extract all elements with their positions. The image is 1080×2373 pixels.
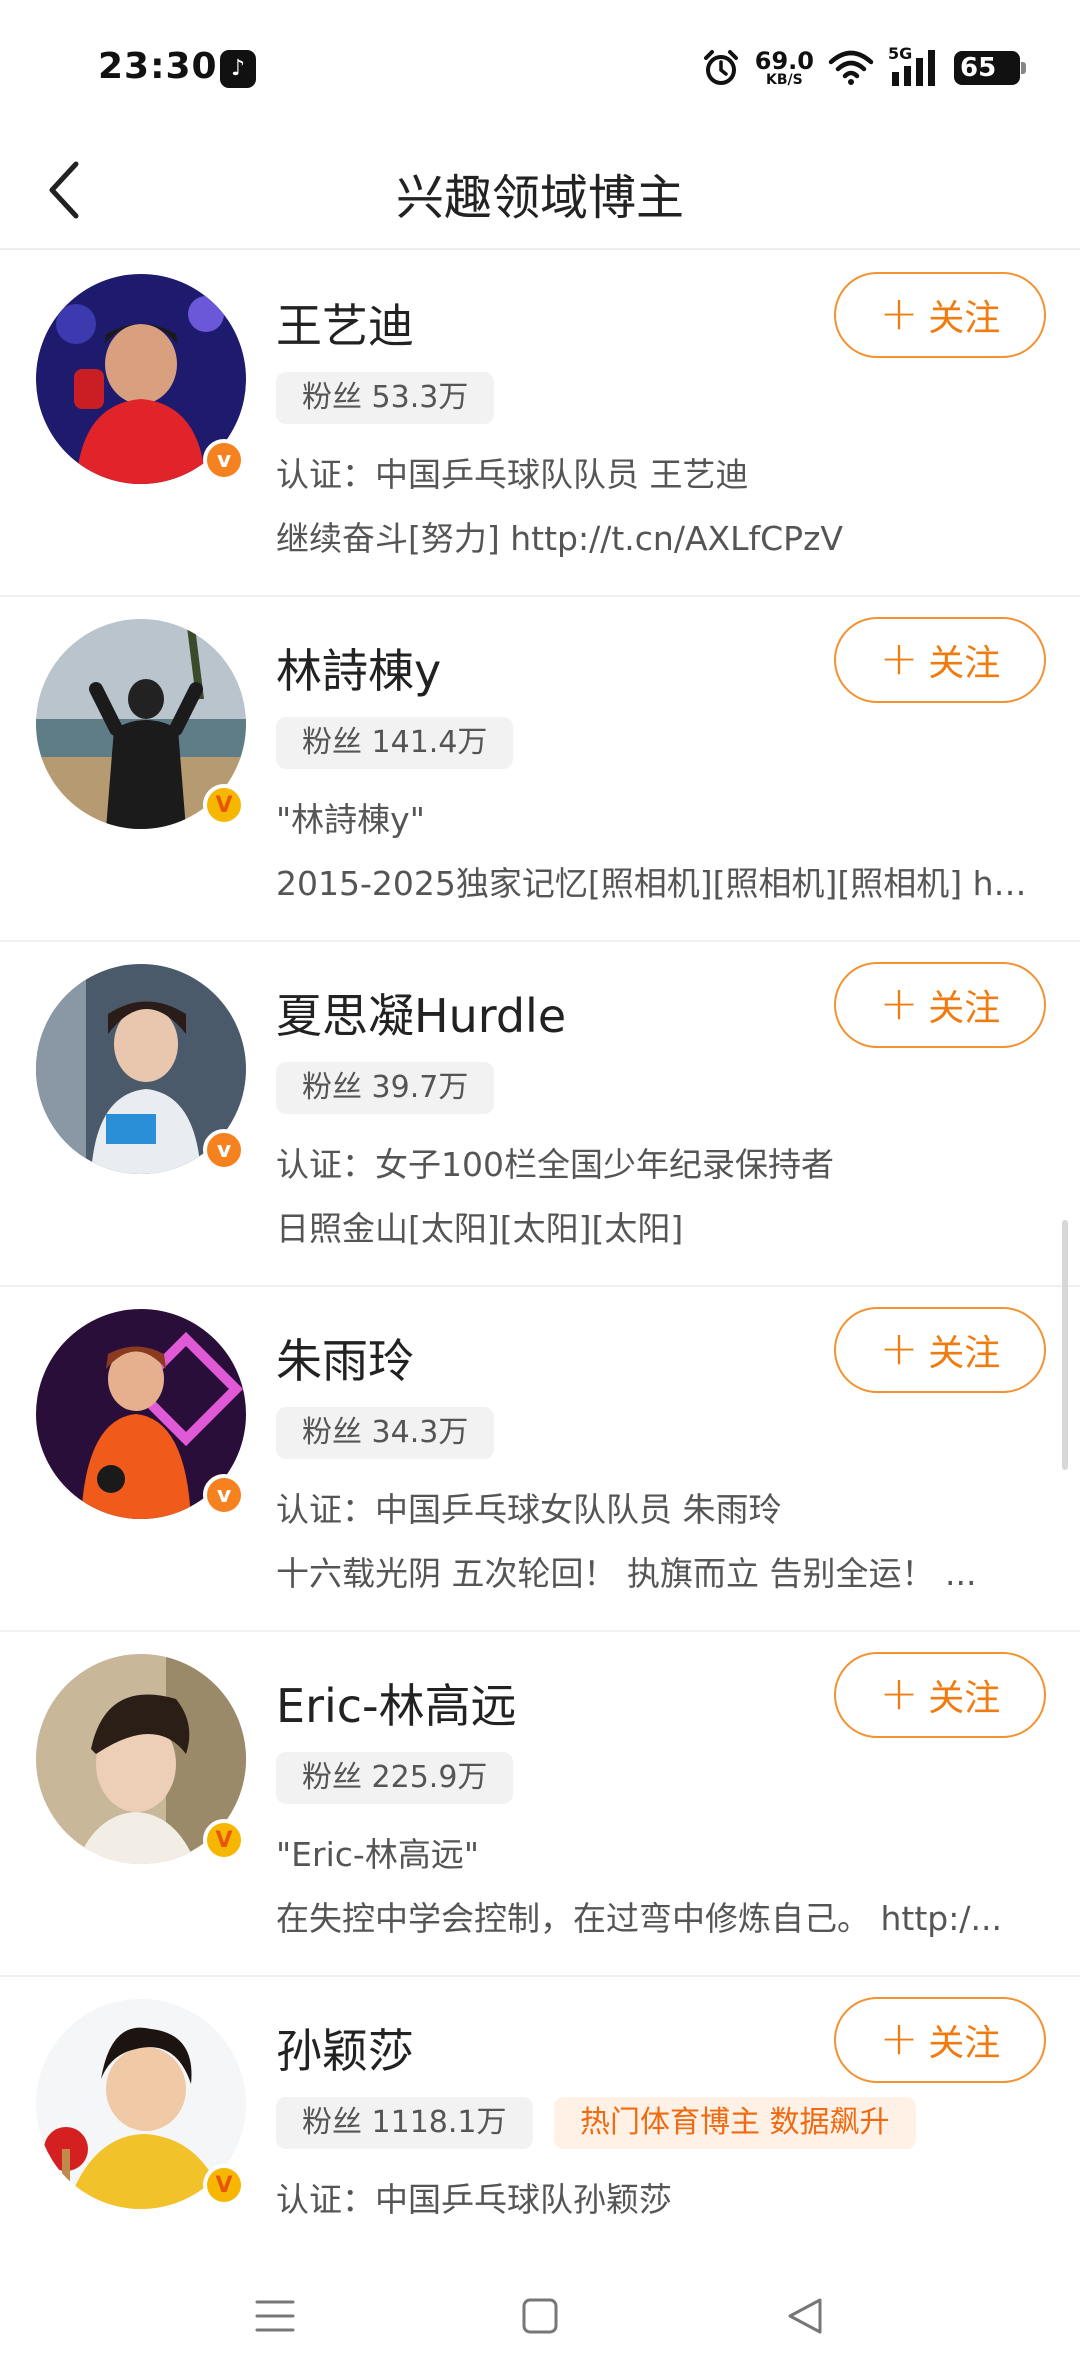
status-time: 23:30: [98, 46, 218, 87]
follow-label: 关注: [928, 1678, 1001, 1719]
verified-badge-icon: v: [203, 439, 245, 481]
blogger-description: 2015-2025独家记忆[照相机][照相机][照相机] ht...: [276, 864, 1036, 903]
home-button[interactable]: [505, 2281, 575, 2351]
list-item[interactable]: v 朱雨玲 粉丝 34.3万 认证：中国乒乓球女队队员 朱雨玲 十六载光阴 五次…: [0, 1287, 1080, 1632]
system-navigation-bar: [0, 2263, 1080, 2373]
follow-label: 关注: [928, 1333, 1001, 1374]
tiktok-icon: ♪: [220, 50, 256, 88]
fans-count: 粉丝 225.9万: [276, 1752, 514, 1804]
verified-badge-icon: V: [203, 1819, 245, 1861]
follow-button[interactable]: + 关注: [834, 272, 1046, 358]
blogger-certification: 认证：中国乒乓球队队员 王艺迪: [276, 455, 749, 494]
blogger-description: 十六载光阴 五次轮回！ 执旗而立 告别全运！ ...: [276, 1554, 977, 1593]
follow-label: 关注: [928, 2023, 1001, 2064]
network-speed: 69.0 KB/S: [755, 49, 814, 87]
blogger-description: 在失控中学会控制，在过弯中修炼自己。 http:/...: [276, 1899, 1002, 1938]
fans-count: 粉丝 141.4万: [276, 717, 514, 769]
plus-icon: +: [879, 976, 919, 1030]
list-item[interactable]: v 夏思凝Hurdle 粉丝 39.7万 认证：女子100栏全国少年纪录保持者 …: [0, 942, 1080, 1287]
network-speed-value: 69.0: [754, 47, 814, 75]
blogger-bio: "Eric-林高远": [276, 1835, 479, 1874]
blogger-name[interactable]: Eric-林高远: [276, 1670, 517, 1736]
blogger-description: 日照金山[太阳][太阳][太阳]: [276, 1209, 684, 1248]
plus-icon: +: [879, 2011, 919, 2065]
verified-badge-icon: v: [203, 1474, 245, 1516]
blogger-bio: "林詩棟y": [276, 800, 425, 839]
page-title: 兴趣领域博主: [395, 170, 684, 226]
follow-label: 关注: [928, 643, 1001, 684]
back-nav-button[interactable]: [770, 2281, 840, 2351]
status-right-group: 69.0 KB/S 5G 65: [701, 44, 1026, 90]
menu-icon: [255, 2300, 295, 2332]
fans-count: 粉丝 34.3万: [276, 1407, 495, 1459]
blogger-name[interactable]: 朱雨玲: [276, 1325, 414, 1391]
scrollbar[interactable]: [1062, 1220, 1068, 1470]
plus-icon: +: [879, 631, 919, 685]
blogger-list[interactable]: v 王艺迪 粉丝 53.3万 认证：中国乒乓球队队员 王艺迪 继续奋斗[努力] …: [0, 252, 1080, 2322]
follow-button[interactable]: + 关注: [834, 1997, 1046, 2083]
follow-button[interactable]: + 关注: [834, 1307, 1046, 1393]
verified-badge-icon: V: [203, 784, 245, 826]
network-speed-unit: KB/S: [766, 72, 803, 88]
plus-icon: +: [879, 1321, 919, 1375]
list-item[interactable]: V 林詩棟y 粉丝 141.4万 "林詩棟y" 2015-2025独家记忆[照相…: [0, 597, 1080, 942]
battery-icon: 65: [954, 51, 1026, 85]
list-item[interactable]: V Eric-林高远 粉丝 225.9万 "Eric-林高远" 在失控中学会控制…: [0, 1632, 1080, 1977]
battery-level: 65: [960, 53, 997, 83]
menu-button[interactable]: [240, 2281, 310, 2351]
fans-count: 粉丝 53.3万: [276, 372, 495, 424]
signal-bars-icon: [892, 50, 935, 86]
follow-label: 关注: [928, 988, 1001, 1029]
home-square-icon: [522, 2298, 558, 2334]
blogger-name[interactable]: 林詩棟y: [276, 635, 441, 701]
plus-icon: +: [879, 286, 919, 340]
blogger-name[interactable]: 王艺迪: [276, 290, 414, 356]
follow-button[interactable]: + 关注: [834, 962, 1046, 1048]
follow-button[interactable]: + 关注: [834, 1652, 1046, 1738]
follow-button[interactable]: + 关注: [834, 617, 1046, 703]
wifi-icon: [828, 50, 874, 85]
alarm-clock-icon: [703, 50, 738, 85]
fans-count: 粉丝 39.7万: [276, 1062, 495, 1114]
nav-header: 兴趣领域博主: [0, 130, 1080, 250]
back-triangle-icon: [788, 2298, 822, 2334]
status-bar: 23:30 ♪ 69.0 KB/S 5G 65: [0, 0, 1080, 130]
verified-badge-icon: v: [203, 1129, 245, 1171]
blogger-certification: 认证：中国乒乓球队孙颖莎: [276, 2180, 672, 2219]
plus-icon: +: [879, 1666, 919, 1720]
verified-badge-icon: V: [203, 2164, 245, 2206]
hot-sports-blogger-tag: 热门体育博主 数据飙升: [554, 2097, 916, 2149]
blogger-name[interactable]: 夏思凝Hurdle: [276, 980, 566, 1046]
blogger-description: 继续奋斗[努力] http://t.cn/AXLfCPzV: [276, 519, 843, 558]
list-item[interactable]: v 王艺迪 粉丝 53.3万 认证：中国乒乓球队队员 王艺迪 继续奋斗[努力] …: [0, 252, 1080, 597]
cellular-signal: 5G: [888, 44, 940, 88]
blogger-certification: 认证：中国乒乓球女队队员 朱雨玲: [276, 1490, 782, 1529]
blogger-name[interactable]: 孙颖莎: [276, 2015, 414, 2081]
fans-count: 粉丝 1118.1万: [276, 2097, 533, 2149]
blogger-certification: 认证：女子100栏全国少年纪录保持者: [276, 1145, 834, 1184]
follow-label: 关注: [928, 298, 1001, 339]
